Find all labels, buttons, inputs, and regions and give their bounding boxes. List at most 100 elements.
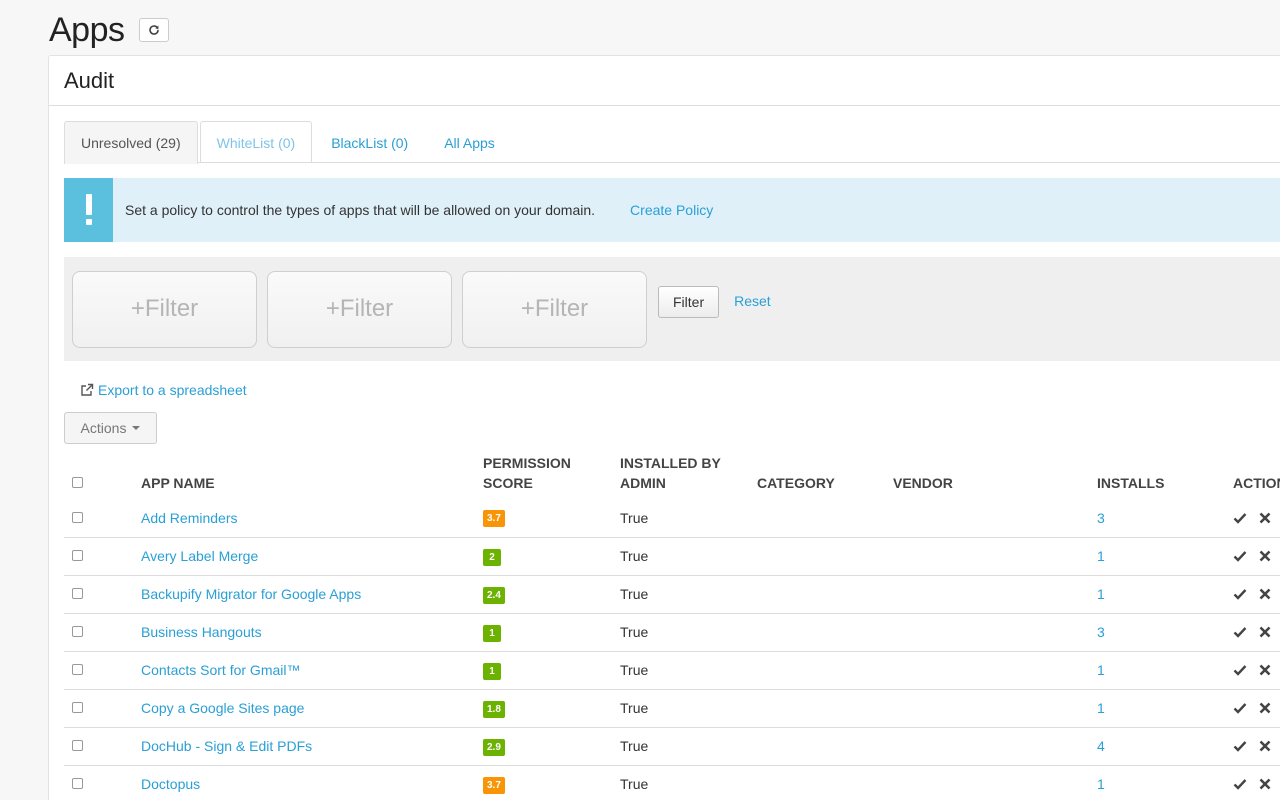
row-checkbox[interactable] xyxy=(72,588,83,599)
vendor-cell xyxy=(893,574,1097,613)
alert-badge xyxy=(64,178,113,242)
table-row: DocHub - Sign & Edit PDFs 2.9 True 4 xyxy=(64,726,1280,765)
reject-x-icon[interactable] xyxy=(1259,740,1271,752)
score-badge: 2 xyxy=(483,548,501,566)
score-badge: 1 xyxy=(483,662,501,680)
filter-box-2[interactable]: +Filter xyxy=(267,270,452,348)
reject-x-icon[interactable] xyxy=(1259,664,1271,676)
page-header: Apps xyxy=(49,10,169,50)
approve-check-icon[interactable] xyxy=(1233,778,1247,790)
tab-blacklist[interactable]: BlackList (0) xyxy=(314,121,425,163)
header-installs[interactable]: INSTALLS xyxy=(1097,449,1233,499)
app-name-cell: Avery Label Merge xyxy=(141,536,483,575)
reject-x-icon[interactable] xyxy=(1259,512,1271,524)
app-name-link[interactable]: Backupify Migrator for Google Apps xyxy=(141,586,361,602)
row-checkbox[interactable] xyxy=(72,702,83,713)
select-all-checkbox[interactable] xyxy=(72,477,83,488)
table-header-row: APP NAME PERMISSION SCORE INSTALLED BY ADM… xyxy=(64,449,1280,499)
row-checkbox[interactable] xyxy=(72,664,83,675)
row-checkbox[interactable] xyxy=(72,550,83,561)
audit-card: Audit Unresolved (29) WhiteList (0) Blac… xyxy=(48,55,1280,800)
reject-x-icon[interactable] xyxy=(1259,702,1271,714)
row-checkbox[interactable] xyxy=(72,778,83,790)
row-checkbox[interactable] xyxy=(72,626,83,637)
reject-x-icon[interactable] xyxy=(1259,550,1271,562)
installs-link[interactable]: 3 xyxy=(1097,510,1105,526)
app-name-cell: Contacts Sort for Gmail™ xyxy=(141,650,483,689)
reject-x-icon[interactable] xyxy=(1259,588,1271,600)
installs-link[interactable]: 1 xyxy=(1097,776,1105,792)
vendor-cell xyxy=(893,764,1097,800)
filter-box-3[interactable]: +Filter xyxy=(462,270,647,348)
tab-unresolved[interactable]: Unresolved (29) xyxy=(64,121,198,164)
row-check-cell xyxy=(64,536,141,575)
score-badge: 1.8 xyxy=(483,700,505,718)
vendor-cell xyxy=(893,612,1097,651)
header-installed-by-admin[interactable]: INSTALLED BY ADMIN xyxy=(620,449,757,499)
category-cell xyxy=(757,688,893,727)
tab-whitelist[interactable]: WhiteList (0) xyxy=(199,121,313,163)
app-name-link[interactable]: Doctopus xyxy=(141,776,200,792)
installs-link[interactable]: 1 xyxy=(1097,548,1105,564)
reject-x-icon[interactable] xyxy=(1259,778,1271,790)
score-cell: 2.4 xyxy=(483,574,620,613)
vendor-cell xyxy=(893,499,1097,537)
create-policy-link[interactable]: Create Policy xyxy=(630,202,713,218)
actions-cell xyxy=(1233,764,1280,800)
refresh-button[interactable] xyxy=(138,18,169,42)
installs-link[interactable]: 1 xyxy=(1097,586,1105,602)
header-permission-score[interactable]: PERMISSION SCORE xyxy=(483,449,620,499)
table-row: Copy a Google Sites page 1.8 True 1 xyxy=(64,688,1280,727)
row-checkbox[interactable] xyxy=(72,740,83,751)
approve-check-icon[interactable] xyxy=(1233,512,1247,524)
app-name-link[interactable]: Business Hangouts xyxy=(141,624,262,640)
actions-label: Actions xyxy=(80,420,127,436)
row-check-cell xyxy=(64,574,141,613)
header-category[interactable]: CATEGORY xyxy=(757,449,893,499)
header-app-name[interactable]: APP NAME xyxy=(141,449,483,499)
actions-cell xyxy=(1233,612,1280,651)
app-name-link[interactable]: Avery Label Merge xyxy=(141,548,258,564)
actions-dropdown[interactable]: Actions xyxy=(64,412,157,444)
filter-button[interactable]: Filter xyxy=(658,286,720,318)
app-name-link[interactable]: Add Reminders xyxy=(141,510,238,526)
score-cell: 3.7 xyxy=(483,764,620,800)
installs-link[interactable]: 3 xyxy=(1097,624,1105,640)
installs-link[interactable]: 1 xyxy=(1097,700,1105,716)
tab-all-apps[interactable]: All Apps xyxy=(427,121,512,163)
approve-check-icon[interactable] xyxy=(1233,740,1247,752)
admin-cell: True xyxy=(620,650,757,689)
reset-link[interactable]: Reset xyxy=(734,293,771,309)
approve-check-icon[interactable] xyxy=(1233,702,1247,714)
card-header: Audit xyxy=(49,56,1280,106)
score-badge: 2.9 xyxy=(483,738,505,756)
installs-link[interactable]: 1 xyxy=(1097,662,1105,678)
actions-cell xyxy=(1233,650,1280,689)
category-cell xyxy=(757,726,893,765)
app-name-cell: Business Hangouts xyxy=(141,612,483,651)
tab-bar: Unresolved (29) WhiteList (0) BlackList … xyxy=(64,121,1280,164)
category-cell xyxy=(757,499,893,537)
installs-link[interactable]: 4 xyxy=(1097,738,1105,754)
approve-check-icon[interactable] xyxy=(1233,664,1247,676)
filter-box-1[interactable]: +Filter xyxy=(72,270,257,348)
actions-cell xyxy=(1233,574,1280,613)
approve-check-icon[interactable] xyxy=(1233,550,1247,562)
score-cell: 1 xyxy=(483,612,620,651)
reject-x-icon[interactable] xyxy=(1259,626,1271,638)
table-row: Doctopus 3.7 True 1 xyxy=(64,764,1280,800)
approve-check-icon[interactable] xyxy=(1233,626,1247,638)
apps-table: APP NAME PERMISSION SCORE INSTALLED BY ADM… xyxy=(64,449,1280,800)
app-name-link[interactable]: Contacts Sort for Gmail™ xyxy=(141,662,301,678)
installs-cell: 1 xyxy=(1097,688,1233,727)
approve-check-icon[interactable] xyxy=(1233,588,1247,600)
actions-cell xyxy=(1233,536,1280,575)
score-badge: 2.4 xyxy=(483,586,505,604)
row-checkbox[interactable] xyxy=(72,511,83,523)
export-link[interactable]: Export to a spreadsheet xyxy=(80,382,247,398)
app-name-link[interactable]: Copy a Google Sites page xyxy=(141,700,304,716)
app-name-cell: Doctopus xyxy=(141,764,483,800)
header-vendor[interactable]: VENDOR xyxy=(893,449,1097,499)
score-cell: 1.8 xyxy=(483,688,620,727)
app-name-link[interactable]: DocHub - Sign & Edit PDFs xyxy=(141,738,312,754)
